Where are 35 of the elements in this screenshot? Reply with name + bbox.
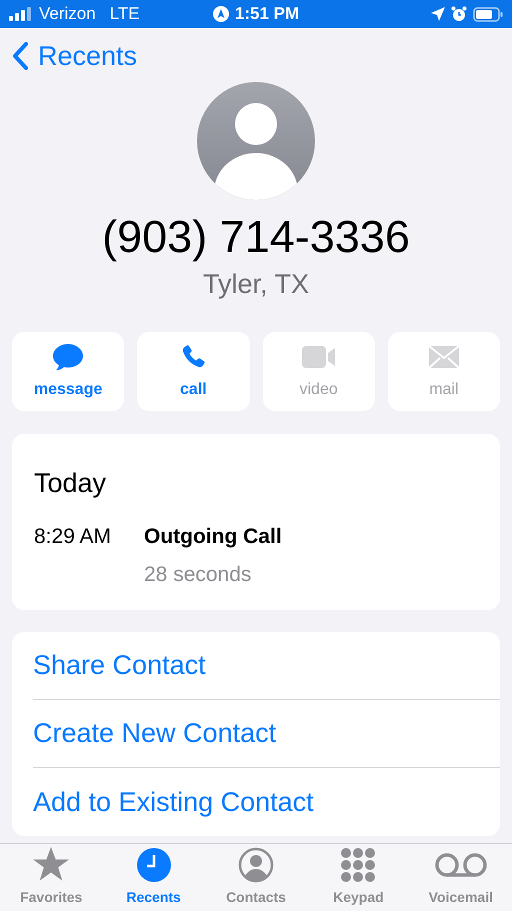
alarm-clock-icon — [451, 6, 467, 22]
navigation-icon — [212, 6, 229, 22]
battery-icon — [473, 6, 503, 22]
tab-bar-item[interactable]: Recents — [102, 844, 205, 911]
history-heading: Today — [34, 470, 108, 497]
video-camera-icon — [300, 344, 337, 368]
speech-bubble-icon — [52, 342, 84, 370]
call-type: Outgoing Call — [144, 524, 282, 550]
action-button[interactable]: call — [137, 332, 250, 411]
contact-option-link[interactable]: Share Contact — [33, 645, 206, 686]
call-duration: 28 seconds — [144, 562, 252, 588]
avatar-icon — [197, 82, 315, 200]
chevron-left-icon — [12, 42, 28, 70]
person-circle-icon — [238, 847, 274, 883]
contact-option-link[interactable]: Create New Contact — [33, 713, 276, 754]
voicemail-icon — [434, 852, 488, 878]
envelope-icon — [428, 344, 460, 368]
carrier-name: Verizon — [39, 3, 96, 26]
status-time: 1:51 PM — [234, 3, 300, 26]
phone-number: (903) 714-3336 — [102, 214, 410, 259]
location-arrow-icon — [431, 7, 445, 21]
location-label: Tyler, TX — [202, 271, 310, 298]
contact-option-link[interactable]: Add to Existing Contact — [33, 782, 314, 822]
network-type: LTE — [110, 3, 140, 26]
signal-icon — [9, 7, 33, 21]
star-icon — [32, 847, 70, 883]
tab-bar-item[interactable]: Favorites — [0, 844, 102, 911]
tab-bar-item[interactable]: Contacts — [204, 844, 308, 911]
keypad-icon — [340, 848, 376, 882]
clock-icon — [136, 847, 172, 883]
tab-bar-item[interactable]: Voicemail — [410, 844, 512, 911]
tab-bar-item[interactable]: Keypad — [307, 844, 410, 911]
action-button[interactable]: message — [12, 332, 124, 411]
call-time: 8:29 AM — [34, 524, 112, 550]
back-button[interactable]: Recents — [12, 36, 138, 76]
